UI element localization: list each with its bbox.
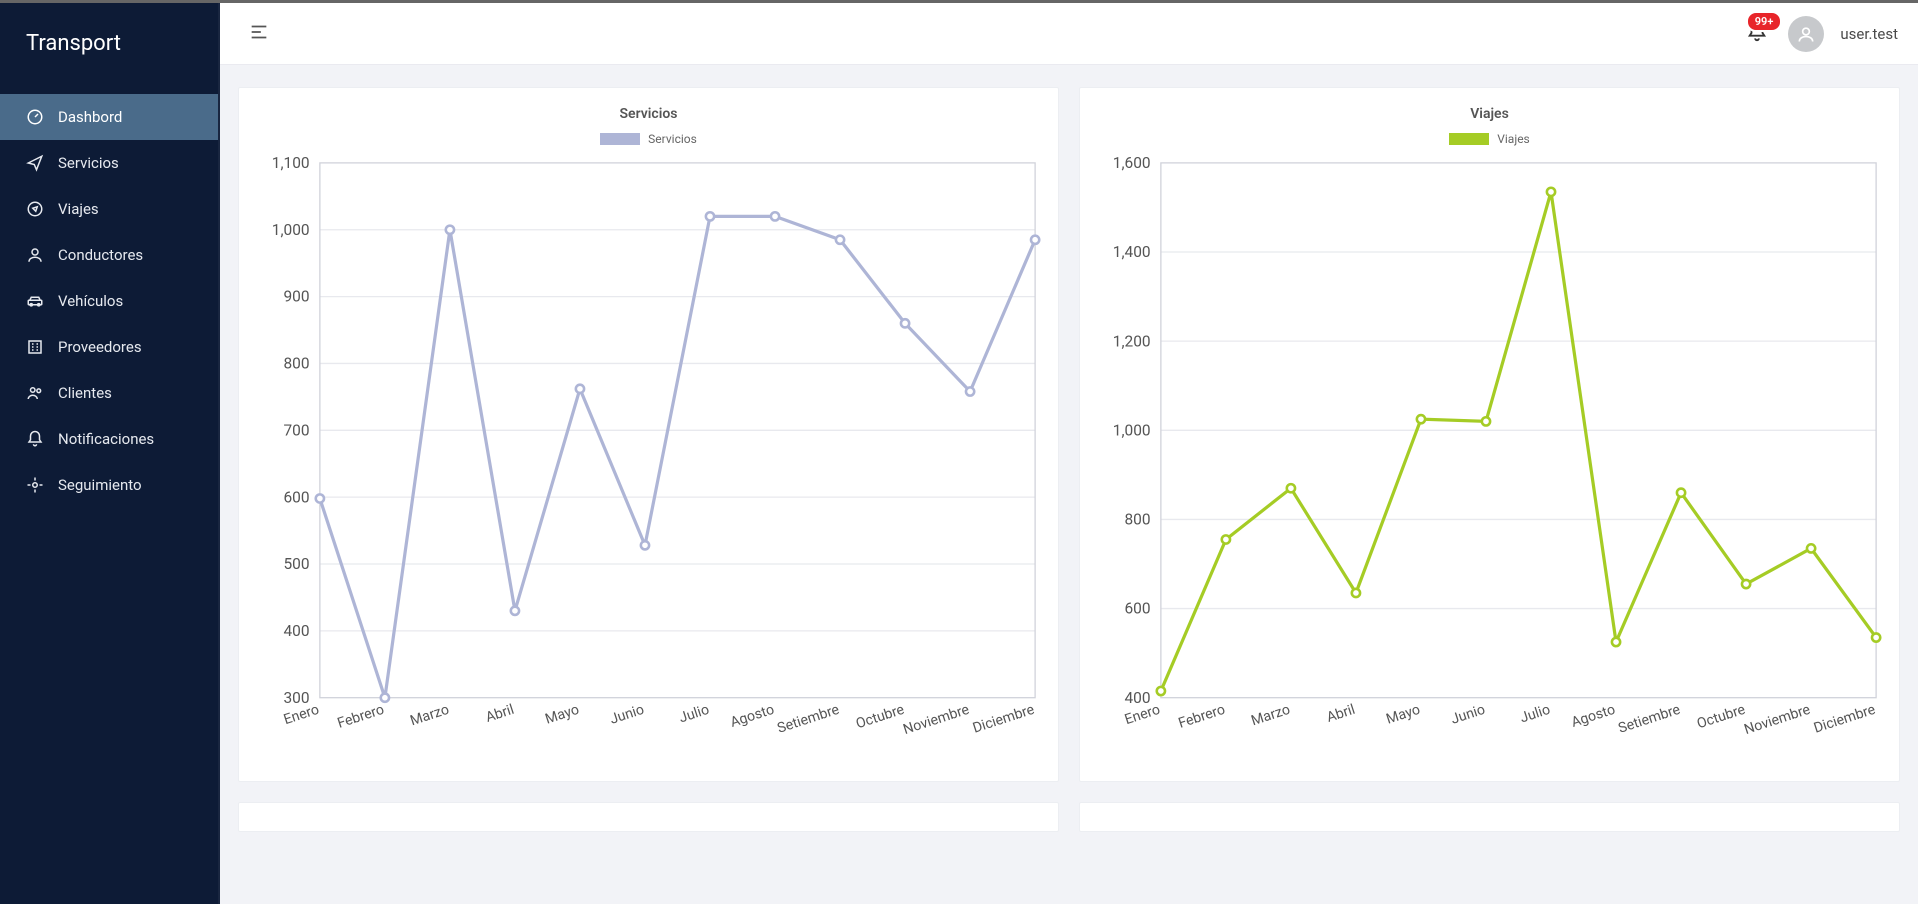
chart-title: Viajes bbox=[1090, 106, 1889, 122]
svg-text:Octubre: Octubre bbox=[1695, 702, 1747, 733]
legend-swatch bbox=[600, 133, 640, 145]
sidebar-item-proveedores[interactable]: Proveedores bbox=[0, 324, 218, 370]
svg-text:Agosto: Agosto bbox=[728, 702, 776, 731]
legend-label: Servicios bbox=[648, 132, 697, 146]
svg-text:Setiembre: Setiembre bbox=[1616, 702, 1682, 737]
username-label[interactable]: user.test bbox=[1840, 25, 1898, 43]
svg-text:Marzo: Marzo bbox=[1249, 702, 1292, 730]
svg-text:Febrero: Febrero bbox=[1176, 702, 1227, 732]
notification-badge: 99+ bbox=[1746, 11, 1783, 32]
car-icon bbox=[26, 292, 44, 310]
user-icon bbox=[26, 246, 44, 264]
svg-text:Diciembre: Diciembre bbox=[971, 702, 1036, 737]
svg-text:Agosto: Agosto bbox=[1569, 702, 1617, 731]
legend-label: Viajes bbox=[1497, 132, 1530, 146]
svg-text:800: 800 bbox=[1125, 511, 1151, 529]
sidebar-item-clientes[interactable]: Clientes bbox=[0, 370, 218, 416]
svg-text:Marzo: Marzo bbox=[408, 702, 451, 730]
svg-text:Junio: Junio bbox=[608, 702, 646, 728]
svg-text:1,200: 1,200 bbox=[1113, 332, 1151, 350]
svg-text:800: 800 bbox=[284, 355, 310, 373]
svg-text:500: 500 bbox=[284, 555, 310, 573]
sidebar-item-label: Seguimiento bbox=[58, 476, 142, 494]
svg-text:Mayo: Mayo bbox=[543, 702, 581, 728]
chart-card-viajes: Viajes Viajes 4006008001,0001,2001,4001,… bbox=[1079, 87, 1900, 782]
bell-icon bbox=[26, 430, 44, 448]
chart-legend[interactable]: Servicios bbox=[249, 132, 1048, 146]
brand-title: Transport bbox=[0, 3, 218, 84]
send-icon bbox=[26, 154, 44, 172]
svg-text:700: 700 bbox=[284, 421, 310, 439]
svg-text:1,000: 1,000 bbox=[1113, 421, 1151, 439]
sidebar-item-label: Conductores bbox=[58, 246, 143, 264]
chart-title: Servicios bbox=[249, 106, 1048, 122]
svg-text:Abril: Abril bbox=[484, 702, 516, 726]
sidebar-item-conductores[interactable]: Conductores bbox=[0, 232, 218, 278]
svg-text:900: 900 bbox=[284, 288, 310, 306]
line-chart-viajes: 4006008001,0001,2001,4001,600EneroFebrer… bbox=[1090, 150, 1889, 769]
svg-text:400: 400 bbox=[284, 622, 310, 640]
svg-text:Julio: Julio bbox=[1518, 702, 1552, 727]
toggle-sidebar-button[interactable] bbox=[248, 21, 270, 47]
svg-text:Noviembre: Noviembre bbox=[901, 702, 971, 738]
legend-swatch bbox=[1449, 133, 1489, 145]
user-icon bbox=[1796, 24, 1816, 44]
avatar[interactable] bbox=[1788, 16, 1824, 52]
svg-text:Octubre: Octubre bbox=[854, 702, 906, 733]
svg-text:Junio: Junio bbox=[1449, 702, 1487, 728]
svg-text:Abril: Abril bbox=[1325, 702, 1357, 726]
svg-text:1,000: 1,000 bbox=[272, 221, 310, 239]
sidebar-item-seguimiento[interactable]: Seguimiento bbox=[0, 462, 218, 508]
svg-text:600: 600 bbox=[284, 488, 310, 506]
users-icon bbox=[26, 384, 44, 402]
svg-text:1,600: 1,600 bbox=[1113, 154, 1151, 172]
chart-card-servicios: Servicios Servicios 30040050060070080090… bbox=[238, 87, 1059, 782]
line-chart-servicios: 3004005006007008009001,0001,100EneroFebr… bbox=[249, 150, 1048, 769]
sidebar-item-label: Vehículos bbox=[58, 292, 123, 310]
placeholder-card bbox=[238, 802, 1059, 832]
svg-text:Julio: Julio bbox=[677, 702, 711, 727]
svg-text:1,100: 1,100 bbox=[272, 154, 310, 172]
svg-text:Noviembre: Noviembre bbox=[1742, 702, 1812, 738]
content: Servicios Servicios 30040050060070080090… bbox=[220, 65, 1918, 854]
sidebar-item-label: Servicios bbox=[58, 154, 119, 172]
sidebar-item-label: Viajes bbox=[58, 200, 99, 218]
svg-text:1,400: 1,400 bbox=[1113, 243, 1151, 261]
sidebar-nav: Dashbord Servicios Viajes Conductores Ve… bbox=[0, 94, 218, 508]
gauge-icon bbox=[26, 108, 44, 126]
sidebar-item-label: Notificaciones bbox=[58, 430, 154, 448]
topbar: 99+ user.test bbox=[220, 3, 1918, 65]
target-icon bbox=[26, 476, 44, 494]
sidebar: Transport Dashbord Servicios Viajes Cond… bbox=[0, 3, 220, 904]
compass-icon bbox=[26, 200, 44, 218]
sidebar-item-label: Clientes bbox=[58, 384, 112, 402]
sidebar-item-label: Dashbord bbox=[58, 108, 122, 126]
sidebar-item-vehiculos[interactable]: Vehículos bbox=[0, 278, 218, 324]
svg-text:Setiembre: Setiembre bbox=[775, 702, 841, 737]
svg-text:600: 600 bbox=[1125, 600, 1151, 618]
placeholder-card bbox=[1079, 802, 1900, 832]
sidebar-item-viajes[interactable]: Viajes bbox=[0, 186, 218, 232]
sidebar-item-notificaciones[interactable]: Notificaciones bbox=[0, 416, 218, 462]
sidebar-item-servicios[interactable]: Servicios bbox=[0, 140, 218, 186]
svg-text:Mayo: Mayo bbox=[1384, 702, 1422, 728]
building-icon bbox=[26, 338, 44, 356]
svg-text:Diciembre: Diciembre bbox=[1812, 702, 1877, 737]
chart-legend[interactable]: Viajes bbox=[1090, 132, 1889, 146]
sidebar-item-label: Proveedores bbox=[58, 338, 142, 356]
svg-text:Febrero: Febrero bbox=[335, 702, 386, 732]
sidebar-item-dashboard[interactable]: Dashbord bbox=[0, 94, 218, 140]
notifications-button[interactable]: 99+ bbox=[1742, 17, 1772, 51]
